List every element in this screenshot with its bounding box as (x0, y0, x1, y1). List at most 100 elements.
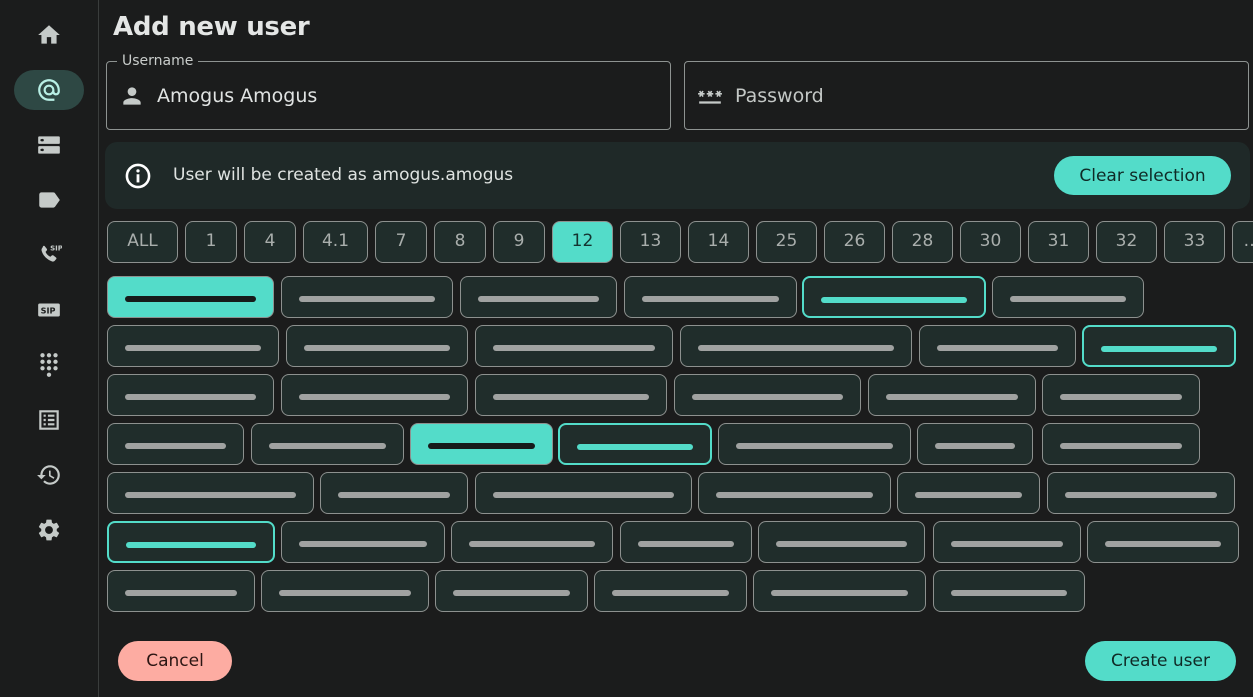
nav-history[interactable] (14, 455, 84, 495)
group-chip[interactable] (868, 374, 1036, 416)
group-chip[interactable] (107, 472, 314, 514)
info-text: User will be created as amogus.amogus (173, 165, 514, 185)
redacted-label (469, 541, 595, 547)
redacted-label (299, 296, 435, 302)
nav-sip-phones[interactable]: SIP (14, 235, 84, 275)
group-chip[interactable] (1042, 374, 1200, 416)
sidebar: SIP SIP (0, 0, 99, 697)
password-input[interactable] (735, 79, 1235, 113)
group-chip[interactable] (698, 472, 891, 514)
group-chip[interactable] (674, 374, 861, 416)
clear-selection-button[interactable]: Clear selection (1054, 156, 1231, 195)
group-chip[interactable] (475, 325, 673, 367)
group-chip[interactable] (107, 325, 279, 367)
filter-tab[interactable]: 14 (688, 221, 749, 263)
filter-tab[interactable]: 33 (1164, 221, 1225, 263)
group-chip[interactable] (897, 472, 1040, 514)
group-chip[interactable] (558, 423, 712, 465)
group-chip[interactable] (594, 570, 747, 612)
nav-dialpad[interactable] (14, 345, 84, 385)
group-chip[interactable] (435, 570, 588, 612)
group-chip[interactable] (107, 374, 274, 416)
group-chip[interactable] (753, 570, 926, 612)
redacted-label (886, 394, 1018, 400)
redacted-label (1065, 492, 1217, 498)
filter-tab[interactable]: 8 (434, 221, 486, 263)
filter-tab[interactable]: 13 (620, 221, 681, 263)
filter-tab[interactable]: 4.1 (303, 221, 368, 263)
group-chip[interactable] (1047, 472, 1235, 514)
redacted-label (937, 345, 1058, 351)
group-chip[interactable] (718, 423, 911, 465)
group-chip[interactable] (933, 521, 1081, 563)
nav-settings[interactable] (14, 510, 84, 550)
cancel-button[interactable]: Cancel (118, 641, 232, 681)
group-chip[interactable] (320, 472, 468, 514)
group-chip[interactable] (917, 423, 1033, 465)
group-chip[interactable] (451, 521, 613, 563)
svg-text:SIP: SIP (50, 244, 62, 253)
group-chip[interactable] (802, 276, 986, 318)
group-chip[interactable] (624, 276, 797, 318)
redacted-label (125, 443, 226, 449)
filter-tab[interactable]: 30 (960, 221, 1021, 263)
filter-tab[interactable]: 12 (552, 221, 613, 263)
nav-servers[interactable] (14, 125, 84, 165)
redacted-label (126, 542, 256, 548)
group-chip[interactable] (281, 374, 468, 416)
group-chip[interactable] (286, 325, 468, 367)
at-sign-icon (38, 79, 60, 101)
group-chip[interactable] (620, 521, 752, 563)
server-icon (38, 136, 60, 154)
filter-tab[interactable]: … (1232, 221, 1253, 263)
group-chip[interactable] (281, 276, 453, 318)
list-icon (39, 410, 59, 430)
sip-icon: SIP (38, 303, 60, 317)
create-user-button[interactable]: Create user (1085, 641, 1236, 681)
info-banner: User will be created as amogus.amogus Cl… (105, 142, 1250, 209)
username-input[interactable] (157, 79, 657, 113)
filter-tab[interactable]: 4 (244, 221, 296, 263)
group-chip[interactable] (460, 276, 617, 318)
group-chip[interactable] (107, 276, 274, 318)
info-icon (125, 163, 151, 189)
group-chip[interactable] (281, 521, 445, 563)
filter-tab[interactable]: ALL (107, 221, 178, 263)
filter-tab[interactable]: 28 (892, 221, 953, 263)
filter-tab[interactable]: 1 (185, 221, 237, 263)
group-chip[interactable] (1042, 423, 1200, 465)
filter-tab[interactable]: 7 (375, 221, 427, 263)
password-field[interactable] (684, 61, 1249, 130)
group-chip[interactable] (107, 521, 275, 563)
group-chip[interactable] (261, 570, 429, 612)
redacted-label (453, 590, 570, 596)
nav-users[interactable] (14, 70, 84, 110)
filter-tab[interactable]: 25 (756, 221, 817, 263)
group-chip[interactable] (475, 472, 692, 514)
group-chip[interactable] (107, 570, 255, 612)
group-chip[interactable] (1082, 325, 1236, 367)
group-chip[interactable] (992, 276, 1144, 318)
group-chip[interactable] (475, 374, 667, 416)
group-chip[interactable] (758, 521, 925, 563)
nav-list[interactable] (14, 400, 84, 440)
filter-tab[interactable]: 31 (1028, 221, 1089, 263)
filter-tab[interactable]: 32 (1096, 221, 1157, 263)
redacted-label (698, 345, 894, 351)
nav-sip[interactable]: SIP (14, 290, 84, 330)
filter-tab[interactable]: 26 (824, 221, 885, 263)
redacted-label (1060, 394, 1182, 400)
nav-labels[interactable] (14, 180, 84, 220)
filter-tab[interactable]: 9 (493, 221, 545, 263)
group-chip[interactable] (919, 325, 1076, 367)
group-chip[interactable] (251, 423, 404, 465)
group-chip[interactable] (1087, 521, 1239, 563)
group-chip[interactable] (107, 423, 244, 465)
redacted-label (1101, 346, 1217, 352)
username-field[interactable]: Username (106, 53, 671, 130)
group-chip[interactable] (933, 570, 1085, 612)
redacted-label (642, 296, 779, 302)
group-chip[interactable] (680, 325, 912, 367)
group-chip[interactable] (410, 423, 553, 465)
nav-home[interactable] (14, 15, 84, 55)
